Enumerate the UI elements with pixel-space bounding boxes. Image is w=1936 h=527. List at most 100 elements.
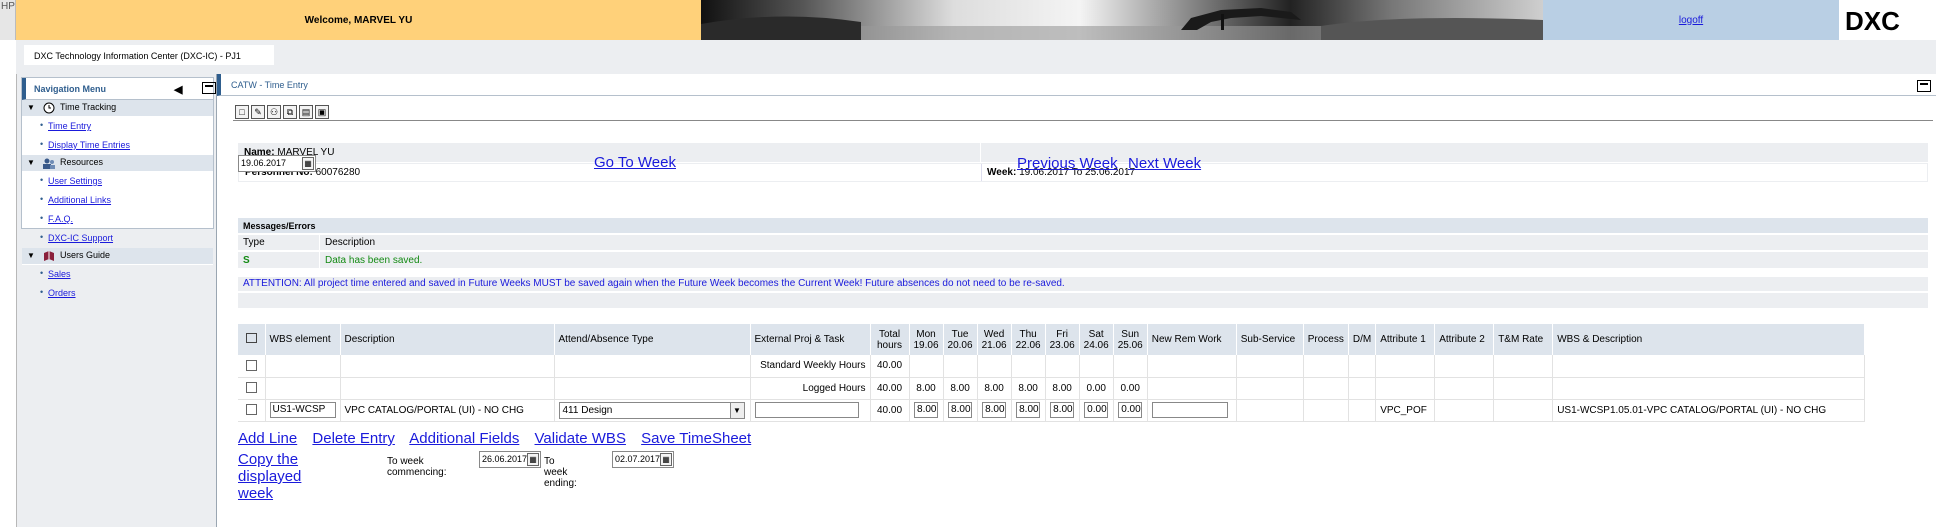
maximize-icon[interactable] [1917,80,1931,92]
new-rem-work-input[interactable] [1151,402,1228,418]
add-line-link[interactable]: Add Line [238,430,297,447]
additional-fields-link[interactable]: Additional Fields [409,430,519,447]
msg-text: Data has been saved. [325,255,423,266]
toolbar: □ ✎ ⚇ ⧉ ▤ ▣ [233,105,1933,121]
blank-bar [238,293,1928,309]
logged-thu: 8.00 [1011,377,1046,400]
dxc-ic-support-link[interactable]: DXC-IC Support [48,233,113,243]
nav-group-label: Users Guide [60,250,111,260]
entry-description: VPC CATALOG/PORTAL (UI) - NO CHG [340,399,555,422]
wbs-element-input[interactable]: US1-WCSP [269,402,336,418]
book-icon [44,251,54,261]
save-timesheet-link[interactable]: Save TimeSheet [641,430,751,447]
binoculars-icon[interactable]: ⚇ [267,105,281,119]
attend-absence-select[interactable]: 411 Design ▼ [558,401,745,419]
go-to-week-link[interactable]: Go To Week [594,154,676,171]
table-header-row: WBS element Description Attend/Absence T… [238,324,1866,355]
expand-down-icon[interactable]: ▼ [27,103,35,112]
copy-displayed-week-link[interactable]: Copy the displayed week [238,451,301,502]
col-sun: Sun 25.06 [1113,324,1148,355]
page-title-bar: CATW - Time Entry [217,74,1936,96]
maximize-icon[interactable] [202,82,216,94]
next-week-link[interactable]: Next Week [1128,155,1201,172]
standard-total: 40.00 [870,355,910,378]
logged-mon: 8.00 [909,377,944,400]
entry-total: 40.00 [870,399,910,422]
display-time-entries-link[interactable]: Display Time Entries [48,140,130,150]
tue-hours-input[interactable]: 8.00 [948,402,973,418]
external-proj-input[interactable] [754,402,859,418]
logged-wed: 8.00 [977,377,1012,400]
welcome-banner: Welcome, MARVEL YU [16,0,701,40]
dxc-logo: DXC [1839,0,1909,40]
standard-hours-label: Standard Weekly Hours [750,355,871,378]
collapse-left-icon[interactable]: ◀ [174,83,182,96]
table-settings-icon[interactable] [245,333,257,343]
faq-link[interactable]: F.A.Q. [48,214,73,224]
paste-icon[interactable]: ▤ [299,105,313,119]
additional-links-link[interactable]: Additional Links [48,195,111,205]
col-wed: Wed 21.06 [977,324,1012,355]
nav-group-users-guide[interactable]: ▼ Users Guide [22,248,213,265]
print-icon[interactable]: ▣ [315,105,329,119]
logged-sun: 0.00 [1113,377,1148,400]
nav-group-resources[interactable]: ▼ Resources [22,155,213,172]
entry-attribute-1: VPC_POF [1375,399,1436,422]
msg-col-type: Type [243,237,265,248]
logged-hours-row: Logged Hours 40.00 8.00 8.00 8.00 8.00 8… [238,377,1866,400]
ending-date-input[interactable]: 02.07.2017 ▦ [612,451,674,468]
expand-down-icon[interactable]: ▼ [27,251,35,260]
col-tm-rate: T&M Rate [1493,324,1554,355]
logged-fri: 8.00 [1045,377,1080,400]
row-checkbox[interactable] [245,404,257,416]
col-wbs-element: WBS element [265,324,341,355]
nav-title: Navigation Menu [34,84,107,94]
nav-group-time-tracking[interactable]: ▼ Time Tracking [22,100,213,117]
mon-hours-input[interactable]: 8.00 [914,402,939,418]
action-links: Add Line Delete Entry Additional Fields … [238,430,762,447]
thu-hours-input[interactable]: 8.00 [1016,402,1041,418]
logoff-area: logoff [1543,0,1839,40]
system-bar: DXC Technology Information Center (DXC-I… [16,40,1936,74]
nav-group-label: Resources [60,157,104,167]
main-panel: CATW - Time Entry □ ✎ ⚇ ⧉ ▤ ▣ Name: MARV… [217,74,1936,527]
expand-down-icon[interactable]: ▼ [27,158,35,167]
week-date-input[interactable]: 19.06.2017 ▦ [238,155,316,172]
copy-icon[interactable]: ⧉ [283,105,297,119]
sat-hours-input[interactable]: 0.00 [1084,402,1109,418]
fri-hours-input[interactable]: 8.00 [1050,402,1075,418]
time-entry-link[interactable]: Time Entry [48,121,91,131]
previous-week-link[interactable]: Previous Week [1017,155,1118,172]
sales-link[interactable]: Sales [48,269,71,279]
chevron-down-icon[interactable]: ▼ [729,402,744,418]
edit-icon[interactable]: ✎ [251,105,265,119]
col-wbs-description: WBS & Description [1552,324,1866,355]
sun-hours-input[interactable]: 0.00 [1118,402,1143,418]
nav-item-dxc-ic-support: DXC-IC Support [22,229,213,248]
logged-sat: 0.00 [1079,377,1114,400]
row-checkbox[interactable] [245,360,257,372]
row-checkbox[interactable] [245,382,257,394]
validate-wbs-link[interactable]: Validate WBS [535,430,626,447]
delete-entry-link[interactable]: Delete Entry [312,430,395,447]
msg-type: S [243,255,250,266]
wed-hours-input[interactable]: 8.00 [982,402,1007,418]
logo-text: DXC [1845,6,1900,36]
system-name: DXC Technology Information Center (DXC-I… [24,45,274,65]
col-description: Description [340,324,555,355]
user-settings-link[interactable]: User Settings [48,176,102,186]
orders-link[interactable]: Orders [48,288,76,298]
logoff-link[interactable]: logoff [1679,15,1703,26]
select-all-header[interactable] [238,324,266,355]
calendar-icon[interactable]: ▦ [660,453,672,466]
col-new-rem-work: New Rem Work [1147,324,1237,355]
commencing-date-input[interactable]: 26.06.2017 ▦ [479,451,541,468]
col-mon: Mon 19.06 [909,324,944,355]
calendar-icon[interactable]: ▦ [527,453,539,466]
page-title: CATW - Time Entry [231,80,308,90]
calendar-icon[interactable]: ▦ [302,157,314,170]
new-document-icon[interactable]: □ [235,105,249,119]
col-process: Process [1303,324,1349,355]
nav-item-user-settings: User Settings [22,172,213,191]
nav-item-additional-links: Additional Links [22,191,213,210]
